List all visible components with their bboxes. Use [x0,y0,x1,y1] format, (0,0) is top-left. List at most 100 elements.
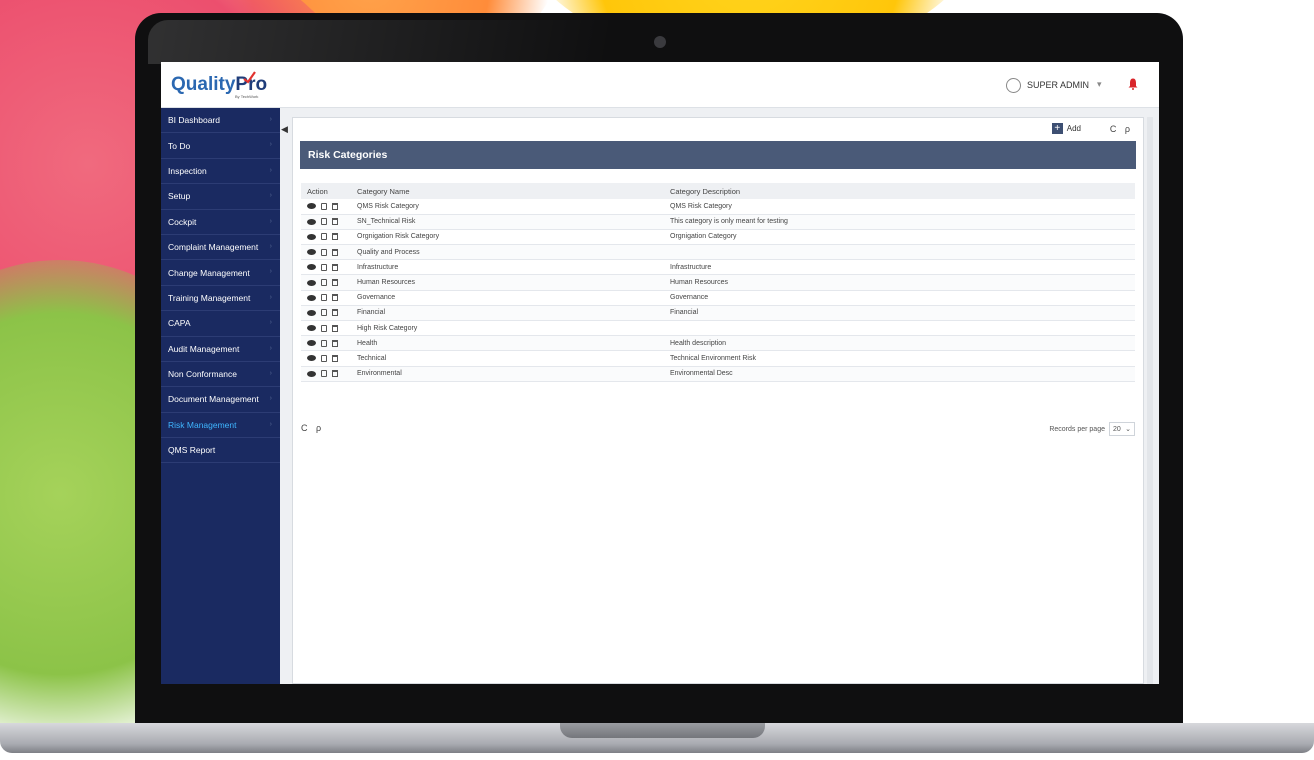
category-name-cell: Financial [351,305,664,322]
logo-sub: By TechWork [235,94,259,99]
category-description-cell: Orgnigation Category [664,229,1135,246]
category-description-cell: Infrastructure [664,259,1135,276]
delete-icon[interactable] [332,248,338,256]
logo-check-icon [243,71,256,84]
delete-icon[interactable] [332,202,338,210]
column-header-category-description[interactable]: Category Description [664,183,1135,199]
row-actions [301,350,351,367]
delete-icon[interactable] [332,233,338,241]
edit-icon[interactable] [321,339,327,347]
chevron-right-icon: › [269,141,272,149]
records-per-page-value: 20 [1113,425,1121,433]
add-label: Add [1066,124,1081,133]
category-name-cell: Human Resources [351,274,664,291]
row-actions [301,229,351,246]
column-header-category-name[interactable]: Category Name [351,183,664,199]
add-button[interactable]: + Add [1051,123,1081,134]
delete-icon[interactable] [332,294,338,302]
edit-icon[interactable] [321,324,327,332]
logo-main: Quality [171,74,236,95]
sidebar-item-cockpit[interactable]: Cockpit › [161,210,280,235]
category-description-cell [664,320,1135,337]
delete-icon[interactable] [332,339,338,347]
sidebar-item-training-management[interactable]: Training Management › [161,286,280,312]
user-avatar-icon[interactable] [1006,78,1021,93]
scene: QualityPro By TechWork SUPER ADMIN ▾ BI … [0,0,1314,760]
main-panel: + Add C ρ Risk Categories Action Categor… [292,117,1144,684]
delete-icon[interactable] [332,218,338,226]
view-icon[interactable] [307,249,316,256]
chevron-right-icon: › [269,268,272,276]
view-icon[interactable] [307,325,316,332]
edit-icon[interactable] [321,248,327,256]
sidebar-item-risk-management[interactable]: Risk Management › [161,413,280,439]
collapse-sidebar-icon[interactable]: ◀ [281,124,291,142]
sidebar-item-setup[interactable]: Setup › [161,184,280,210]
sidebar-item-change-management[interactable]: Change Management › [161,260,280,286]
delete-icon[interactable] [332,279,338,287]
sidebar-item-to-do[interactable]: To Do › [161,133,280,159]
edit-icon[interactable] [321,309,327,317]
sidebar-item-complaint-management[interactable]: Complaint Management › [161,235,280,261]
delete-icon[interactable] [332,309,338,317]
edit-icon[interactable] [321,354,327,362]
sidebar-item-label: Risk Management [168,419,237,430]
category-name-cell: Health [351,335,664,352]
user-name[interactable]: SUPER ADMIN [1027,80,1089,90]
sidebar-item-non-conformance[interactable]: Non Conformance › [161,362,280,388]
category-name-cell: SN_Technical Risk [351,214,664,230]
row-actions [301,290,351,306]
sidebar-item-inspection[interactable]: Inspection › [161,159,280,185]
table-row: Financial Financial [301,305,1135,322]
table-row: Environmental Environmental Desc [301,366,1135,382]
laptop-notch [560,723,765,738]
refresh-search-icons[interactable]: C ρ [1110,124,1133,134]
camera-icon [654,36,666,48]
sidebar-item-capa[interactable]: CAPA › [161,311,280,337]
footer-refresh-search-icons[interactable]: C ρ [301,423,324,433]
edit-icon[interactable] [321,279,327,287]
sidebar-item-label: Inspection [168,165,207,176]
top-bar: QualityPro By TechWork SUPER ADMIN ▾ [161,62,1159,108]
edit-icon[interactable] [321,202,327,210]
view-icon[interactable] [307,370,316,377]
delete-icon[interactable] [332,263,338,271]
view-icon[interactable] [307,355,316,362]
view-icon[interactable] [307,218,316,225]
edit-icon[interactable] [321,263,327,271]
sidebar-item-qms-report[interactable]: QMS Report [161,438,280,464]
view-icon[interactable] [307,309,316,316]
sidebar-item-bi-dashboard[interactable]: BI Dashboard › [161,108,280,134]
sidebar-item-audit-management[interactable]: Audit Management › [161,337,280,362]
chevron-down-icon[interactable]: ▾ [1097,79,1102,90]
row-actions [301,214,351,230]
view-icon[interactable] [307,203,316,210]
delete-icon[interactable] [332,324,338,332]
row-actions [301,320,351,337]
sidebar-item-label: Change Management [168,267,250,278]
row-actions [301,305,351,322]
chevron-right-icon: › [269,420,272,428]
app-screen: QualityPro By TechWork SUPER ADMIN ▾ BI … [161,62,1159,684]
view-icon[interactable] [307,233,316,240]
sidebar-item-document-management[interactable]: Document Management › [161,387,280,413]
view-icon[interactable] [307,294,316,301]
delete-icon[interactable] [332,354,338,362]
category-description-cell: Technical Environment Risk [664,350,1135,367]
edit-icon[interactable] [321,294,327,302]
category-name-cell: Quality and Process [351,244,664,261]
row-actions [301,366,351,382]
view-icon[interactable] [307,340,316,347]
view-icon[interactable] [307,264,316,271]
sidebar-item-label: Document Management [168,394,259,405]
scrollbar[interactable] [1147,117,1153,684]
bell-icon[interactable] [1128,78,1138,90]
edit-icon[interactable] [321,233,327,241]
edit-icon[interactable] [321,370,327,378]
table-row: Governance Governance [301,290,1135,306]
records-per-page-select[interactable]: 20 ⌄ [1109,422,1135,436]
edit-icon[interactable] [321,218,327,226]
view-icon[interactable] [307,279,316,286]
column-header-action[interactable]: Action [301,183,351,199]
delete-icon[interactable] [332,370,338,378]
